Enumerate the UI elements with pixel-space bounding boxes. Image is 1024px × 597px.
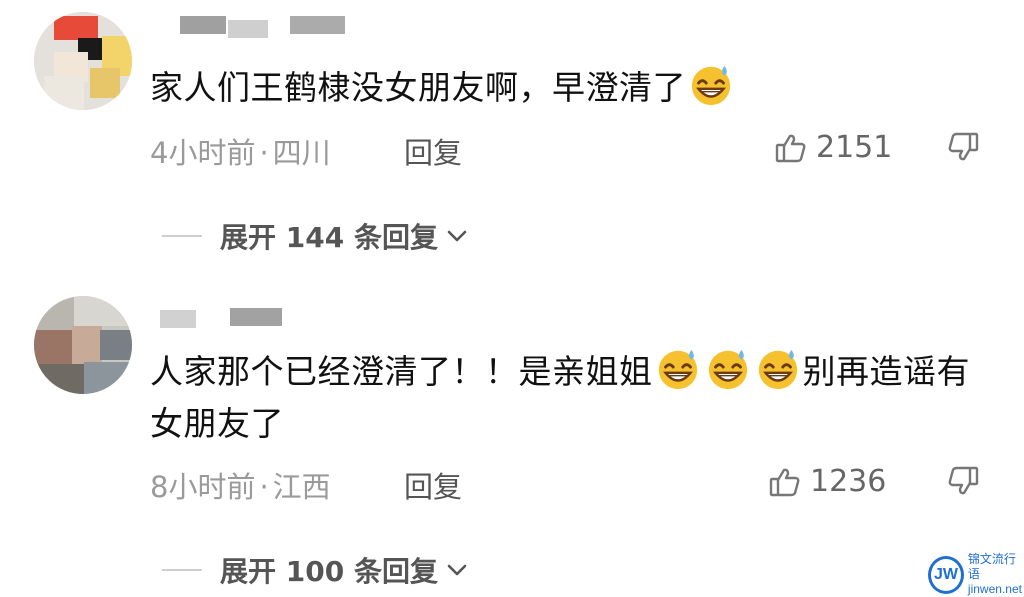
expand-replies-button[interactable]: 展开 100 条回复 — [162, 550, 470, 590]
chevron-down-icon — [447, 230, 467, 242]
comment-text: 家人们王鹤棣没女朋友啊，早澄清了 — [150, 62, 990, 112]
grinning-sweat-emoji — [708, 349, 747, 390]
like-button[interactable]: 1236 — [768, 464, 886, 499]
grinning-sweat-emoji — [758, 349, 797, 390]
comment-text: 人家那个已经澄清了！！是亲姐姐 别再造谣有女朋友了 — [150, 346, 990, 450]
meta-separator: · — [259, 470, 269, 504]
reply-button[interactable]: 回复 — [404, 130, 462, 172]
meta-separator: · — [259, 136, 269, 170]
comment-text-part: 人家那个已经澄清了！！是亲姐姐 — [150, 352, 653, 391]
comment-location: 江西 — [272, 470, 331, 504]
like-count: 2151 — [816, 130, 893, 165]
avatar[interactable] — [34, 296, 132, 394]
grinning-sweat-emoji — [658, 349, 697, 390]
comment-meta: 4小时前 · 四川 — [150, 130, 331, 172]
expand-replies-label: 展开 100 条回复 — [220, 555, 438, 588]
dislike-button[interactable] — [946, 464, 980, 498]
expand-replies-label: 展开 144 条回复 — [220, 221, 438, 254]
watermark: JW 锦文流行语 jinwen.net — [928, 552, 1024, 597]
thumbs-up-icon — [769, 468, 800, 496]
watermark-text: 锦文流行语 jinwen.net — [968, 552, 1024, 597]
divider-line — [162, 569, 202, 571]
thumbs-down-icon — [948, 132, 979, 161]
like-count: 1236 — [810, 464, 887, 499]
avatar[interactable] — [34, 12, 132, 110]
grinning-sweat-emoji — [691, 65, 731, 106]
divider-line — [162, 235, 202, 237]
watermark-line1: 锦文流行语 — [967, 552, 1016, 581]
expand-replies-button[interactable]: 展开 144 条回复 — [162, 216, 470, 256]
username[interactable] — [180, 16, 350, 42]
username[interactable] — [160, 306, 300, 332]
comment-meta: 8小时前 · 江西 — [150, 464, 331, 506]
comment-time: 4小时前 — [150, 136, 256, 170]
comment-item: 家人们王鹤棣没女朋友啊，早澄清了 4小时前 · 四川 回复 2151 展开 144 … — [0, 0, 1024, 270]
thumbs-down-icon — [948, 466, 979, 495]
watermark-line2: jinwen.net — [967, 582, 1022, 596]
comment-location: 四川 — [272, 136, 331, 170]
chevron-down-icon — [447, 564, 467, 576]
comment-item: 人家那个已经澄清了！！是亲姐姐 别再造谣有女朋友了 8小时前 · 江西 回复 1236… — [0, 270, 1024, 596]
comment-text-part: 家人们王鹤棣没女朋友啊，早澄清了 — [150, 68, 686, 107]
thumbs-up-icon — [775, 134, 806, 162]
comment-time: 8小时前 — [150, 470, 256, 504]
watermark-logo: JW — [928, 555, 964, 594]
dislike-button[interactable] — [946, 130, 980, 164]
reply-button[interactable]: 回复 — [404, 464, 462, 506]
like-button[interactable]: 2151 — [774, 130, 892, 165]
